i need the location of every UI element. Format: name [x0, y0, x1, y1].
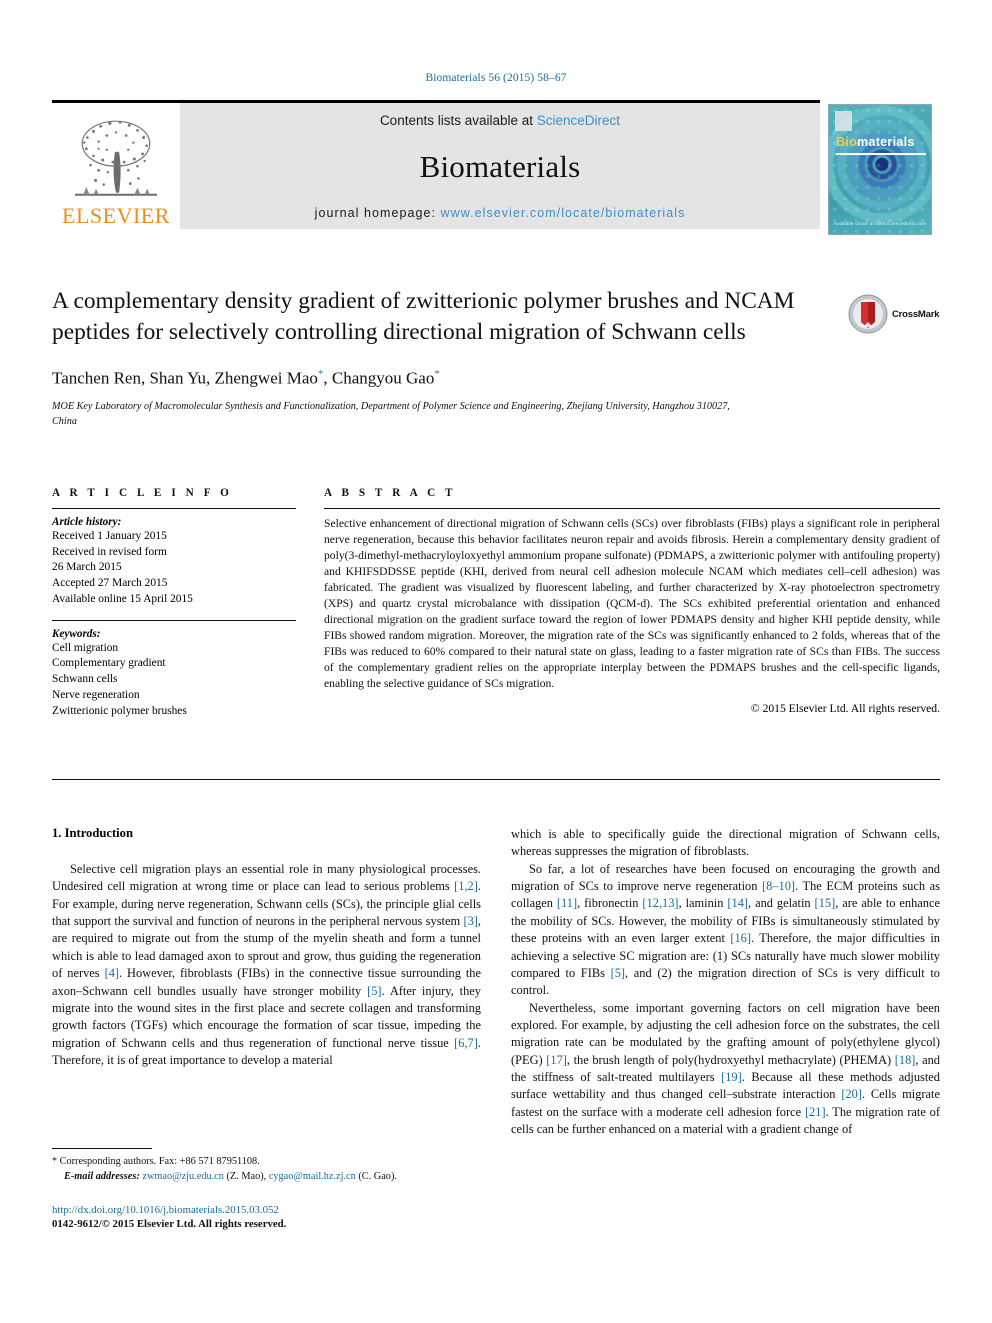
- citation-ref[interactable]: [17]: [546, 1053, 567, 1067]
- doi-link[interactable]: http://dx.doi.org/10.1016/j.biomaterials…: [52, 1204, 552, 1216]
- contents-available-line: Contents lists available at ScienceDirec…: [380, 113, 620, 128]
- article-info-heading: A R T I C L E I N F O: [52, 487, 233, 499]
- footnote-corresponding-text: Corresponding authors. Fax: +86 571 8795…: [59, 1156, 260, 1167]
- title-block: A complementary density gradient of zwit…: [52, 286, 832, 429]
- crossmark-badge[interactable]: CrossMark: [848, 292, 940, 336]
- abstract-copyright: © 2015 Elsevier Ltd. All rights reserved…: [750, 701, 940, 715]
- running-head: Biomaterials 56 (2015) 58–67: [425, 72, 567, 84]
- keyword-item: Complementary gradient: [52, 657, 166, 670]
- keywords-heading: Keywords:: [52, 627, 101, 640]
- citation-ref[interactable]: [3]: [463, 914, 477, 928]
- citation-ref[interactable]: [6,7]: [454, 1036, 478, 1050]
- crossmark-icon: [848, 294, 888, 334]
- paper-page: Biomaterials 56 (2015) 58–67 ELSEVIER Co…: [0, 0, 992, 1323]
- paragraph: So far, a lot of researches have been fo…: [511, 861, 941, 998]
- citation-ref[interactable]: [12,13]: [642, 896, 678, 910]
- footnote-email-line: E-mail addresses: zwmao@zju.edu.cn (Z. M…: [52, 1170, 481, 1185]
- paragraph: Selective cell migration plays an essent…: [52, 862, 482, 1067]
- crossmark-label: CrossMark: [892, 308, 940, 320]
- footer-doi-block: http://dx.doi.org/10.1016/j.biomaterials…: [52, 1204, 552, 1230]
- citation-ref[interactable]: [8–10]: [762, 879, 795, 893]
- journal-title: Biomaterials: [419, 149, 581, 184]
- citation-ref[interactable]: [19]: [721, 1070, 742, 1084]
- paragraph: which is able to specifically guide the …: [511, 827, 940, 859]
- cover-rule: [836, 153, 926, 155]
- email-owner-gao: (C. Gao).: [358, 1170, 397, 1182]
- page-title: A complementary density gradient of zwit…: [52, 288, 795, 346]
- corresponding-author-footnote: * Corresponding authors. Fax: +86 571 87…: [52, 1148, 481, 1185]
- homepage-prefix: journal homepage:: [314, 206, 441, 220]
- history-item: Received 1 January 2015: [52, 530, 167, 542]
- email-link-mao[interactable]: zwmao@zju.edu.cn: [142, 1171, 224, 1182]
- sciencedirect-link[interactable]: ScienceDirect: [537, 113, 620, 128]
- author-list: Tanchen Ren, Shan Yu, Zhengwei Mao*, Cha…: [52, 368, 440, 388]
- footnote-corresponding-line: * Corresponding authors. Fax: +86 571 87…: [52, 1155, 481, 1170]
- citation-ref[interactable]: [15]: [815, 896, 836, 910]
- cover-title-bio: Bio: [836, 135, 858, 149]
- footnote-rule: [52, 1148, 152, 1149]
- divider: [324, 508, 940, 509]
- cover-journal-title: Biomaterials: [836, 135, 915, 149]
- history-item: Received in revised form: [52, 545, 167, 558]
- elsevier-tree-icon: [75, 120, 157, 196]
- author-name: Changyou Gao: [331, 368, 435, 388]
- body-columns: 1. Introduction Selective cell migration…: [52, 826, 940, 1138]
- divider: [52, 619, 296, 621]
- journal-masthead: ELSEVIER Contents lists available at Sci…: [52, 100, 820, 229]
- elsevier-wordmark: ELSEVIER: [62, 203, 170, 228]
- email-link-gao[interactable]: cygao@mail.hz.zj.cn: [269, 1171, 356, 1182]
- section-heading-introduction: 1. Introduction: [52, 826, 133, 840]
- email-owner-mao: (Z. Mao),: [226, 1170, 267, 1182]
- abstract-bottom-divider: [52, 779, 940, 780]
- citation-ref[interactable]: [4]: [105, 966, 119, 980]
- citation-ref[interactable]: [5]: [611, 966, 625, 980]
- abstract-text: Selective enhancement of directional mig…: [324, 517, 940, 691]
- keyword-item: Cell migration: [52, 641, 119, 654]
- email-addresses-label: E-mail addresses:: [64, 1170, 140, 1182]
- citation-ref[interactable]: [21]: [805, 1105, 826, 1119]
- citation-ref[interactable]: [5]: [367, 984, 381, 998]
- issn-copyright: 0142-9612/© 2015 Elsevier Ltd. All right…: [52, 1218, 287, 1230]
- citation-ref[interactable]: [16]: [730, 931, 751, 945]
- history-item: Available online 15 April 2015: [52, 592, 193, 605]
- body-column-right: which is able to specifically guide the …: [511, 826, 940, 1138]
- info-abstract-row: A R T I C L E I N F O Article history: R…: [52, 487, 940, 719]
- elsevier-logo: ELSEVIER: [52, 103, 180, 229]
- divider: [52, 508, 296, 509]
- cover-title-materials: materials: [857, 135, 915, 149]
- keyword-item: Nerve regeneration: [52, 688, 140, 701]
- keyword-item: Zwitterionic polymer brushes: [52, 704, 187, 717]
- history-item: 26 March 2015: [52, 561, 122, 574]
- masthead-center: Contents lists available at ScienceDirec…: [180, 103, 820, 229]
- cover-footer-text: Available online at www.sciencedirect.co…: [833, 221, 927, 226]
- journal-homepage-link[interactable]: www.elsevier.com/locate/biomaterials: [441, 206, 686, 220]
- citation-ref[interactable]: [20]: [841, 1087, 862, 1101]
- journal-homepage-line: journal homepage: www.elsevier.com/locat…: [315, 206, 686, 220]
- abstract-column: A B S T R A C T Selective enhancement of…: [324, 487, 940, 719]
- journal-cover-thumbnail: Biomaterials Available online at www.sci…: [828, 104, 932, 235]
- history-item: Accepted 27 March 2015: [52, 577, 168, 590]
- body-column-left: 1. Introduction Selective cell migration…: [52, 826, 481, 1138]
- abstract-heading: A B S T R A C T: [324, 487, 457, 499]
- article-info-column: A R T I C L E I N F O Article history: R…: [52, 487, 296, 719]
- corresponding-marker: *: [317, 368, 324, 381]
- footnote-star: *: [52, 1156, 57, 1167]
- paragraph: Nevertheless, some important governing f…: [511, 1000, 940, 1137]
- article-history-heading: Article history:: [52, 516, 122, 528]
- author-name: Tanchen Ren: [52, 368, 141, 388]
- cover-elsevier-mark: [835, 111, 852, 131]
- contents-prefix: Contents lists available at: [379, 113, 537, 128]
- citation-ref[interactable]: [14]: [727, 896, 748, 910]
- citation-ref[interactable]: [1,2]: [454, 879, 478, 893]
- keyword-item: Schwann cells: [52, 673, 118, 686]
- corresponding-marker: *: [434, 368, 440, 381]
- author-name: Zhengwei Mao: [214, 368, 318, 388]
- affiliation: MOE Key Laboratory of Macromolecular Syn…: [52, 400, 730, 427]
- author-name: Shan Yu: [149, 368, 206, 388]
- citation-ref[interactable]: [11]: [557, 896, 577, 910]
- citation-ref[interactable]: [18]: [895, 1053, 916, 1067]
